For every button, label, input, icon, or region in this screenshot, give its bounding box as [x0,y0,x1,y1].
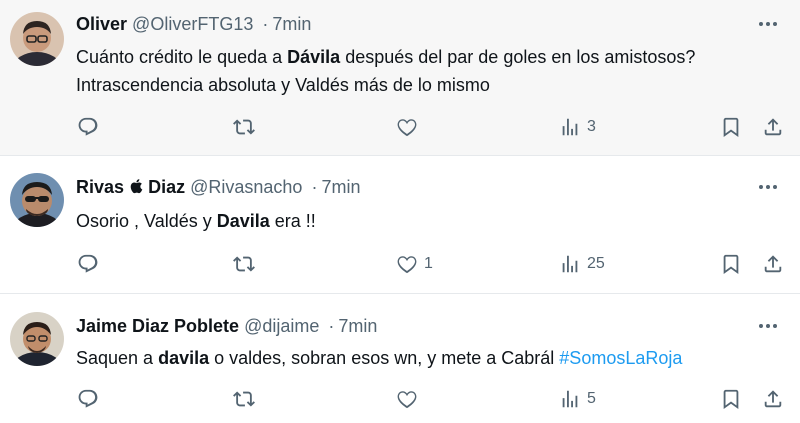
action-bar: 3 [0,112,800,142]
views-icon [562,390,578,408]
apple-icon [130,179,143,194]
text-part: era !! [269,211,316,231]
avatar[interactable] [10,312,64,366]
views-count: 5 [587,390,596,407]
tweet-text: Cuánto crédito le queda a Dávila después… [76,43,784,99]
bookmark-icon [723,117,739,138]
views-button[interactable]: 25 [559,249,605,279]
display-name-part: Rivas [76,177,125,197]
views-button[interactable]: 5 [559,384,596,414]
tweet-header: Oliver @OliverFTG13 · 7min [76,13,740,35]
text-part: o valdes, sobran esos wn, y mete a Cabrá… [209,348,560,368]
like-button[interactable] [396,384,424,414]
bookmark-button[interactable] [720,112,742,142]
retweet-button[interactable] [233,112,255,142]
bookmark-button[interactable] [720,384,742,414]
reply-icon [78,254,98,273]
display-name[interactable]: Rivas Diaz [76,177,185,197]
separator-dot: · [311,177,318,197]
timestamp[interactable]: 7min [321,177,360,197]
views-count: 3 [587,118,596,135]
tweet-text: Saquen a davila o valdes, sobran esos wn… [76,344,784,372]
share-button[interactable] [762,249,784,279]
views-icon [562,118,578,136]
bookmark-icon [723,389,739,410]
share-icon [764,390,782,408]
reply-icon [78,117,98,136]
text-bold: Davila [216,211,270,231]
more-options-button[interactable] [754,176,782,198]
more-options-button[interactable] [754,13,782,35]
more-icon [759,324,777,328]
user-handle[interactable]: @Rivasnacho [190,177,302,197]
views-icon [562,255,578,273]
action-bar: 1 25 [0,249,800,279]
bookmark-icon [723,254,739,275]
retweet-button[interactable] [233,384,255,414]
tweet-oliver[interactable]: Oliver @OliverFTG13 · 7min Cuánto crédito… [0,0,800,156]
share-icon [764,118,782,136]
share-button[interactable] [762,112,784,142]
retweet-icon [233,391,255,407]
retweet-icon [233,256,255,272]
bookmark-button[interactable] [720,249,742,279]
tweet-header: Jaime Diaz Poblete @dijaime · 7min [76,315,740,337]
action-bar: 5 [0,384,800,414]
more-icon [759,185,777,189]
reply-button[interactable] [77,384,99,414]
tweet-header: Rivas Diaz @Rivasnacho · 7min [76,176,740,198]
reply-button[interactable] [77,112,99,142]
views-button[interactable]: 3 [559,112,596,142]
text-part: Saquen a [76,348,159,368]
separator-dot: · [262,14,269,34]
display-name[interactable]: Oliver [76,14,127,34]
share-button[interactable] [762,384,784,414]
share-icon [764,255,782,273]
more-options-button[interactable] [754,315,782,337]
user-handle[interactable]: @dijaime [244,316,319,336]
user-handle[interactable]: @OliverFTG13 [132,14,253,34]
timestamp[interactable]: 7min [272,14,311,34]
hashtag-link[interactable]: #SomosLaRoja [559,348,682,368]
text-bold: davila [158,348,210,368]
like-button[interactable] [396,112,424,142]
like-button[interactable]: 1 [396,249,433,279]
views-count: 25 [587,255,605,272]
retweet-button[interactable] [233,249,255,279]
avatar[interactable] [10,12,64,66]
separator-dot: · [328,316,335,336]
reply-icon [78,389,98,408]
like-icon [397,391,417,409]
reply-button[interactable] [77,249,99,279]
display-name[interactable]: Jaime Diaz Poblete [76,316,239,336]
timestamp[interactable]: 7min [338,316,377,336]
retweet-icon [233,119,255,135]
tweet-rivas[interactable]: Rivas Diaz @Rivasnacho · 7min Osorio , Va… [0,156,800,294]
like-icon [397,119,417,137]
more-icon [759,22,777,26]
text-part: Osorio , Valdés y [76,211,217,231]
tweet-jaime[interactable]: Jaime Diaz Poblete @dijaime · 7min Saquen… [0,294,800,423]
tweet-text: Osorio , Valdés y Davila era !! [76,207,784,235]
like-icon [397,256,417,274]
like-count: 1 [424,255,433,272]
display-name-part: Diaz [148,177,186,197]
text-part: Cuánto crédito le queda a [76,47,288,67]
avatar[interactable] [10,173,64,227]
text-bold: Dávila [287,47,341,67]
